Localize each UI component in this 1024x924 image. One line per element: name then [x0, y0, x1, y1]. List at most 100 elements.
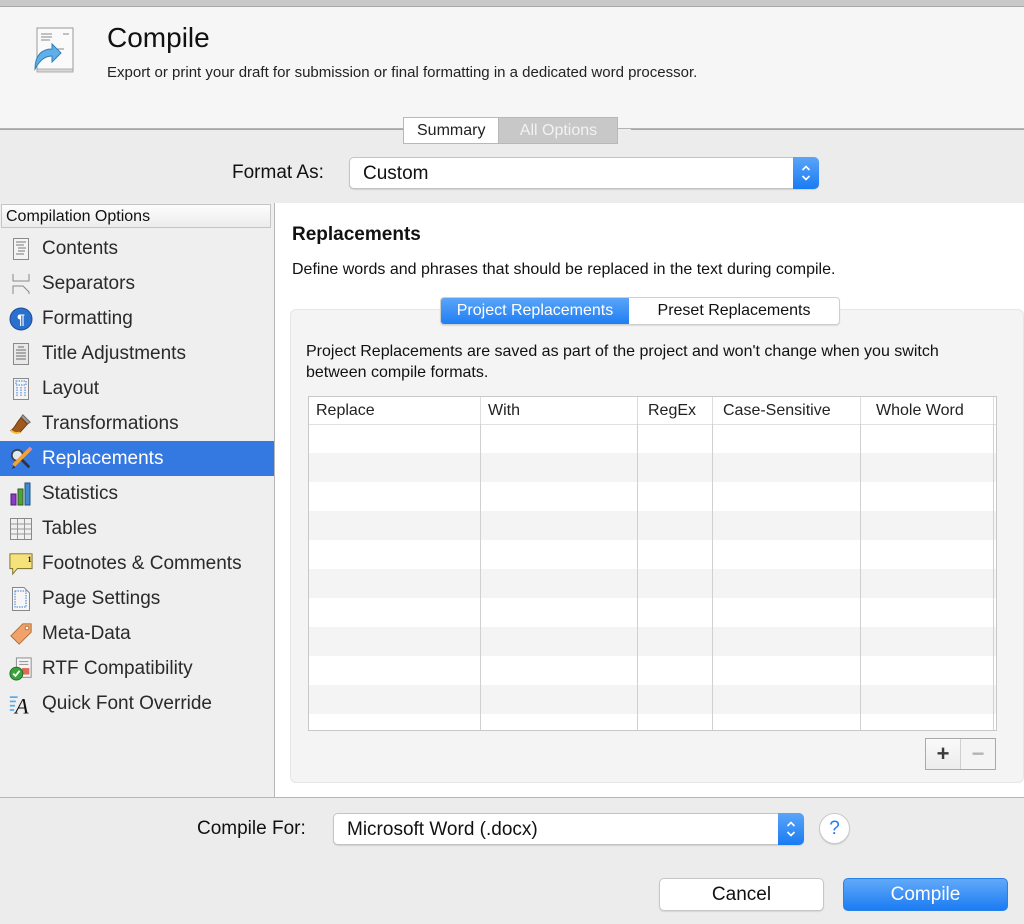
sidebar-item-contents[interactable]: Contents — [0, 231, 274, 266]
column-header-replace[interactable]: Replace — [309, 397, 481, 424]
sidebar-item-rtf-compatibility[interactable]: RTF Compatibility — [0, 651, 274, 686]
table-row[interactable] — [309, 627, 996, 656]
title-adjustments-icon — [9, 342, 33, 366]
format-as-select[interactable]: Custom — [349, 157, 819, 189]
svg-text:¶: ¶ — [17, 311, 25, 327]
sidebar-item-label: Transformations — [42, 412, 179, 434]
tab-summary[interactable]: Summary — [404, 118, 500, 143]
add-remove-controls: + − — [925, 738, 996, 770]
table-row[interactable] — [309, 511, 996, 540]
sidebar-item-separators[interactable]: Separators — [0, 266, 274, 301]
column-header-case-sensitive[interactable]: Case-Sensitive — [713, 397, 861, 424]
sidebar-item-label: Quick Font Override — [42, 692, 212, 714]
sidebar-item-label: Page Settings — [42, 587, 161, 609]
sidebar-item-label: Contents — [42, 237, 119, 259]
sidebar-item-page-settings[interactable]: Page Settings — [0, 581, 274, 616]
rtf-check-icon — [9, 656, 33, 681]
column-divider — [712, 424, 713, 730]
replacements-table[interactable]: Replace With RegEx Case-Sensitive Whole … — [308, 396, 997, 731]
magnifier-pencil-icon — [9, 446, 33, 471]
tab-all-options[interactable]: All Options — [499, 118, 618, 143]
sidebar-item-formatting[interactable]: ¶ Formatting — [0, 301, 274, 336]
sidebar-item-label: RTF Compatibility — [42, 657, 193, 679]
replacement-tabs: Project Replacements Preset Replacements — [440, 297, 840, 325]
layout-icon — [9, 377, 33, 401]
sidebar-item-label: Title Adjustments — [42, 342, 186, 364]
mode-tabs: Summary All Options — [403, 117, 619, 144]
sidebar-item-footnotes-comments[interactable]: 1 Footnotes & Comments — [0, 546, 274, 581]
sidebar-item-label: Replacements — [42, 447, 164, 469]
compile-document-icon — [30, 25, 78, 75]
compilation-options-sidebar: Compilation Options Contents Separators … — [0, 203, 275, 798]
format-as-label: Format As: — [232, 162, 324, 183]
cancel-button[interactable]: Cancel — [659, 878, 824, 911]
table-row[interactable] — [309, 482, 996, 511]
sidebar-header: Compilation Options — [1, 204, 271, 228]
footnote-bubble-icon: 1 — [9, 552, 33, 576]
pilcrow-icon: ¶ — [9, 307, 33, 331]
svg-text:A: A — [13, 693, 29, 718]
tab-preset-replacements[interactable]: Preset Replacements — [629, 298, 839, 324]
sidebar-item-tables[interactable]: Tables — [0, 511, 274, 546]
table-grid-icon — [9, 517, 33, 541]
column-header-regex[interactable]: RegEx — [638, 397, 713, 424]
chevron-updown-icon — [778, 813, 804, 845]
sidebar-item-label: Tables — [42, 517, 97, 539]
sidebar-item-label: Formatting — [42, 307, 133, 329]
table-row[interactable] — [309, 424, 996, 453]
help-button[interactable]: ? — [819, 813, 850, 844]
pane-description: Define words and phrases that should be … — [292, 261, 836, 278]
svg-text:1: 1 — [27, 555, 31, 564]
table-row[interactable] — [309, 598, 996, 627]
table-row[interactable] — [309, 685, 996, 714]
pane-title: Replacements — [292, 224, 421, 245]
project-replacements-note: Project Replacements are saved as part o… — [306, 343, 939, 381]
sidebar-item-label: Layout — [42, 377, 100, 399]
header: Compile Export or print your draft for s… — [0, 7, 1024, 129]
sidebar-item-label: Statistics — [42, 482, 119, 504]
font-override-icon: A — [9, 692, 33, 718]
compile-for-value: Microsoft Word (.docx) — [347, 819, 538, 840]
compile-button[interactable]: Compile — [843, 878, 1008, 911]
page-settings-icon — [9, 586, 33, 611]
brush-icon — [9, 412, 33, 436]
compile-for-label: Compile For: — [197, 818, 306, 839]
sidebar-item-label: Separators — [42, 272, 135, 294]
sidebar-item-replacements[interactable]: Replacements — [0, 441, 274, 476]
contents-list-icon — [9, 237, 33, 261]
tag-icon — [9, 622, 33, 646]
dialog-subtitle: Export or print your draft for submissio… — [107, 64, 698, 81]
sidebar-item-transformations[interactable]: Transformations — [0, 406, 274, 441]
table-row[interactable] — [309, 569, 996, 598]
remove-replacement-button[interactable]: − — [961, 739, 995, 769]
divider-left — [0, 129, 403, 130]
tab-project-replacements[interactable]: Project Replacements — [441, 298, 629, 324]
column-divider — [637, 424, 638, 730]
table-row[interactable] — [309, 540, 996, 569]
sidebar-item-meta-data[interactable]: Meta-Data — [0, 616, 274, 651]
sidebar-item-statistics[interactable]: Statistics — [0, 476, 274, 511]
sidebar-item-label: Meta-Data — [42, 622, 131, 644]
add-replacement-button[interactable]: + — [926, 739, 961, 769]
bar-chart-icon — [9, 482, 33, 506]
table-row[interactable] — [309, 656, 996, 685]
sidebar-item-title-adjustments[interactable]: Title Adjustments — [0, 336, 274, 371]
sidebar-item-label: Footnotes & Comments — [42, 552, 242, 574]
sidebar-item-quick-font-override[interactable]: A Quick Font Override — [0, 686, 274, 721]
column-divider — [993, 424, 994, 730]
separators-icon — [9, 272, 33, 296]
compile-for-select[interactable]: Microsoft Word (.docx) — [333, 813, 804, 845]
chevron-updown-icon — [793, 157, 819, 189]
format-as-value: Custom — [363, 163, 429, 184]
window-top-edge — [0, 0, 1024, 7]
table-row[interactable] — [309, 714, 996, 730]
column-divider — [480, 424, 481, 730]
column-header-with[interactable]: With — [481, 397, 638, 424]
dialog-title: Compile — [107, 22, 210, 53]
table-header: Replace With RegEx Case-Sensitive Whole … — [309, 397, 996, 425]
divider-right — [631, 129, 1024, 130]
sidebar-item-layout[interactable]: Layout — [0, 371, 274, 406]
column-divider — [860, 424, 861, 730]
column-header-whole-word[interactable]: Whole Word — [861, 397, 994, 424]
table-row[interactable] — [309, 453, 996, 482]
